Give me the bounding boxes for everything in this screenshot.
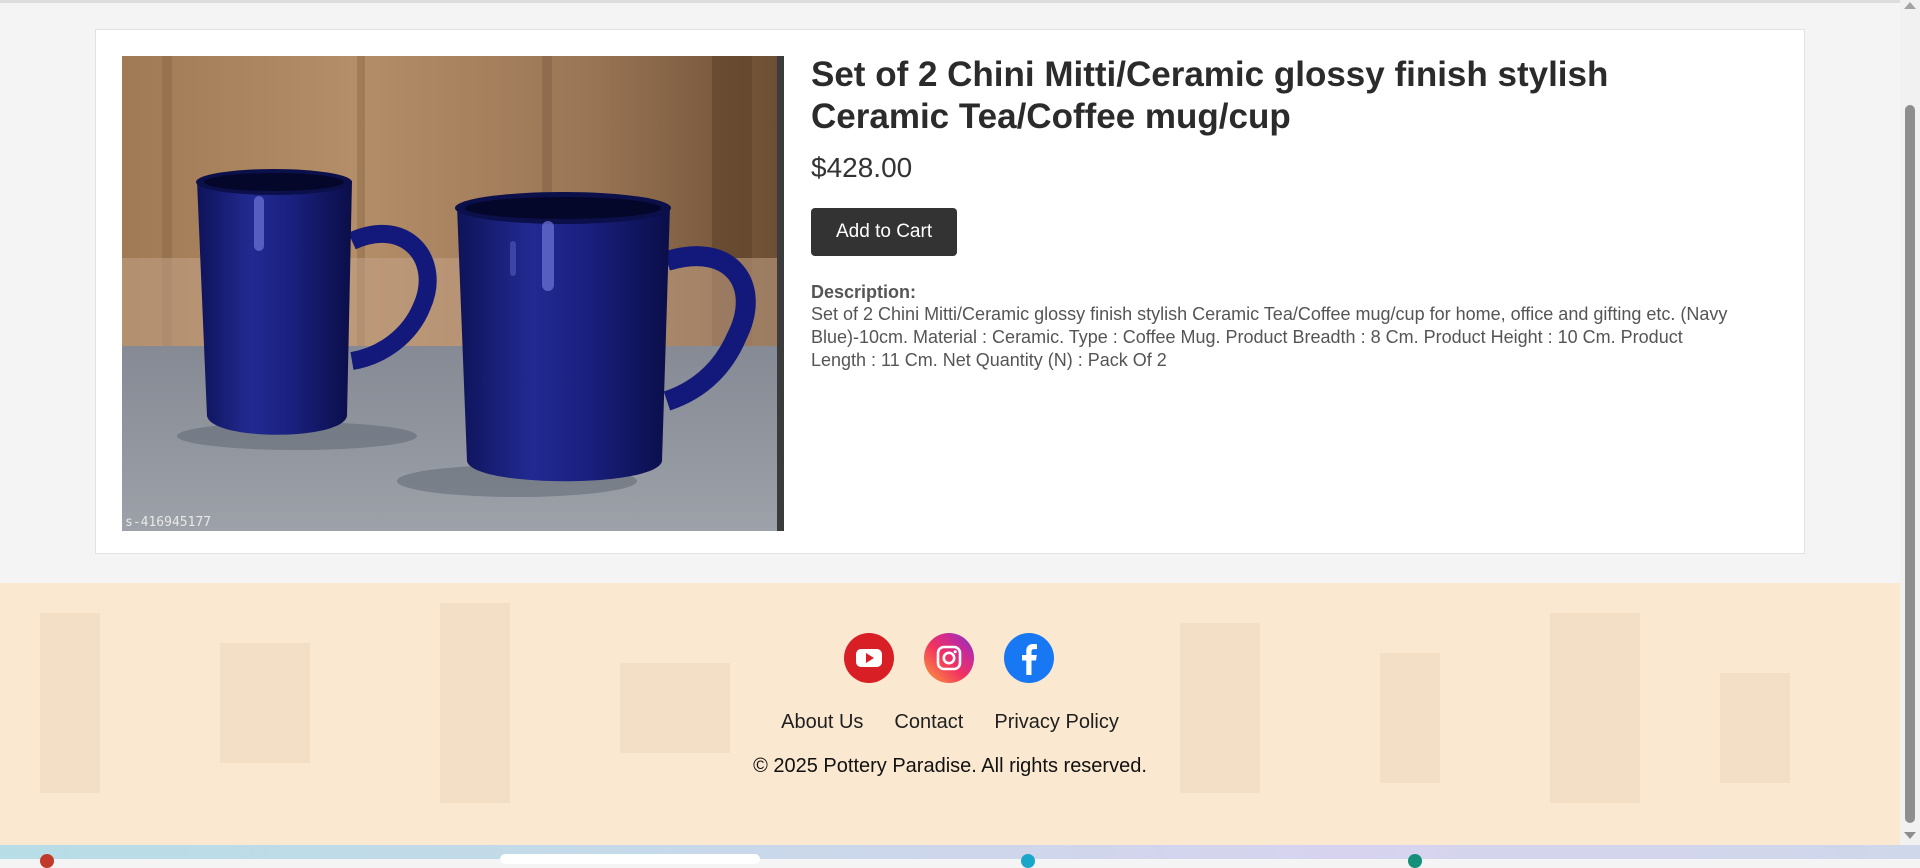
taskbar-app-icon[interactable] xyxy=(1408,854,1422,868)
copyright-text: © 2025 Pottery Paradise. All rights rese… xyxy=(753,755,1147,777)
footer-link-contact[interactable]: Contact xyxy=(894,711,963,734)
site-footer: About Us Contact Privacy Policy © 2025 P… xyxy=(0,583,1900,845)
footer-links: About Us Contact Privacy Policy xyxy=(0,711,1900,734)
social-links xyxy=(844,633,1054,683)
scrollbar-thumb[interactable] xyxy=(1905,105,1915,823)
scroll-down-arrow-icon[interactable] xyxy=(1904,832,1916,839)
facebook-icon[interactable] xyxy=(1004,633,1054,683)
product-title: Set of 2 Chini Mitti/Ceramic glossy fini… xyxy=(811,55,1609,136)
product-page: s-416945177 Set of 2 Chini Mitti/Ceramic… xyxy=(0,3,1900,583)
instagram-icon[interactable] xyxy=(924,633,974,683)
product-card: s-416945177 Set of 2 Chini Mitti/Ceramic… xyxy=(95,29,1805,554)
taskbar-app-icon[interactable] xyxy=(40,854,54,868)
taskbar xyxy=(0,845,1920,868)
product-price: $428.00 xyxy=(811,152,913,183)
footer-link-privacy-policy[interactable]: Privacy Policy xyxy=(994,711,1118,734)
taskbar-app-icon[interactable] xyxy=(1021,854,1035,868)
vertical-scrollbar[interactable] xyxy=(1900,0,1920,845)
taskbar-search[interactable] xyxy=(500,854,760,864)
description-text: Set of 2 Chini Mitti/Ceramic glossy fini… xyxy=(811,304,1728,370)
scroll-up-arrow-icon[interactable] xyxy=(1904,2,1916,9)
product-info: Set of 2 Chini Mitti/Ceramic glossy fini… xyxy=(811,54,1751,372)
description-label: Description: xyxy=(811,282,917,302)
footer-link-about-us[interactable]: About Us xyxy=(781,711,863,734)
youtube-icon[interactable] xyxy=(844,633,894,683)
image-watermark: s-416945177 xyxy=(125,515,211,530)
add-to-cart-button[interactable]: Add to Cart xyxy=(811,208,958,256)
product-image: s-416945177 xyxy=(122,56,784,531)
